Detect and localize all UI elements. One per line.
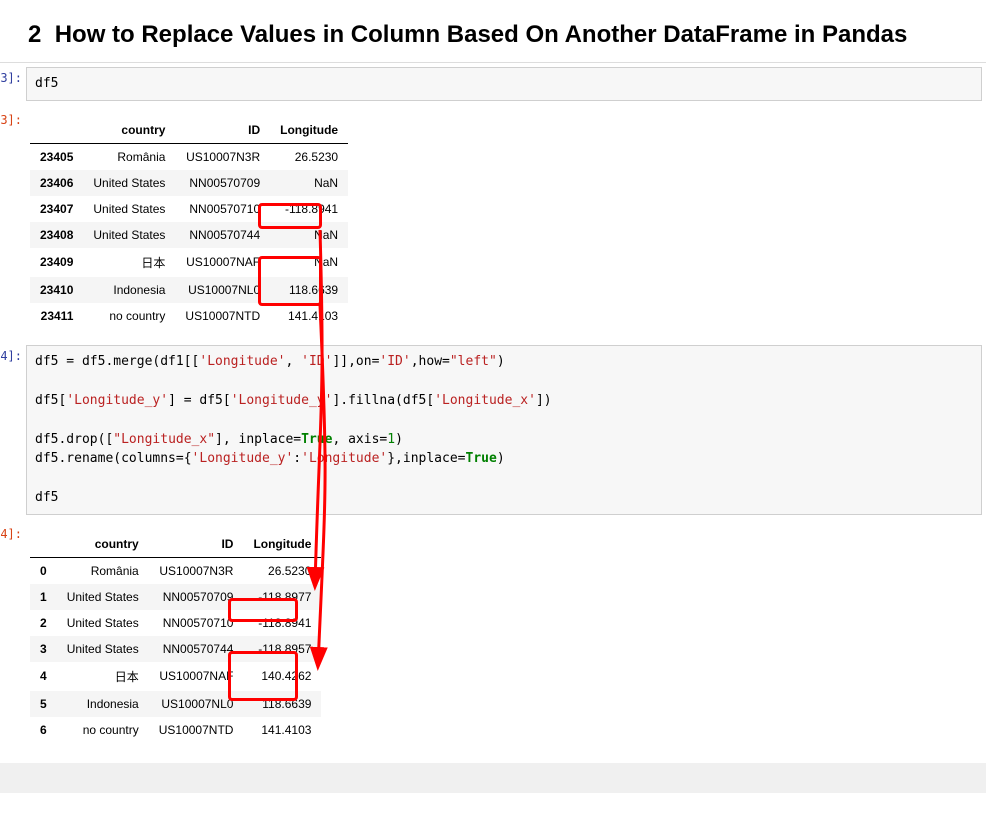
cell-value: US10007NTD	[175, 303, 270, 329]
cell-value: United States	[57, 636, 149, 662]
code-input-2[interactable]: df5 = df5.merge(df1[['Longitude', 'ID']]…	[26, 345, 982, 515]
cell-value: US10007N3R	[149, 557, 244, 584]
cell-value: 26.5230	[270, 143, 348, 170]
row-index: 23411	[30, 303, 83, 329]
input-prompt: 3]:	[0, 63, 24, 85]
cell-value: România	[83, 143, 175, 170]
table-row: 6no countryUS10007NTD141.4103	[30, 717, 321, 743]
heading-number: 2	[28, 21, 41, 48]
cell-value: Indonesia	[57, 691, 149, 717]
cell-value: NN00570709	[175, 170, 270, 196]
cell-value: no country	[83, 303, 175, 329]
table-row: 23411no countryUS10007NTD141.4103	[30, 303, 348, 329]
output-prompt: 4]:	[0, 519, 24, 541]
highlight-box-filled-1	[228, 598, 298, 622]
cell-value: United States	[57, 610, 149, 636]
output-cell-2: 4]: country ID Longitude 0RomâniaUS10007…	[0, 519, 986, 755]
cell-value: US10007NL0	[175, 277, 270, 303]
row-index: 4	[30, 662, 57, 691]
row-index: 23408	[30, 222, 83, 248]
cell-value: United States	[57, 584, 149, 610]
row-index: 6	[30, 717, 57, 743]
highlight-box-filled-2	[228, 651, 298, 701]
cell-value: United States	[83, 196, 175, 222]
row-index: 2	[30, 610, 57, 636]
cell-value: US10007N3R	[175, 143, 270, 170]
dataframe-table-2: country ID Longitude 0RomâniaUS10007N3R2…	[30, 531, 321, 743]
output-cell-1: 3]: country ID Longitude 23405RomâniaUS1…	[0, 105, 986, 341]
cell-value: NN00570744	[175, 222, 270, 248]
row-index: 23410	[30, 277, 83, 303]
table-row: 23405RomâniaUS10007N3R26.5230	[30, 143, 348, 170]
code-input-1[interactable]: df5	[26, 67, 982, 101]
cell-value: US10007NTD	[149, 717, 244, 743]
output-area-1: country ID Longitude 23405RomâniaUS10007…	[24, 105, 986, 341]
heading-title: How to Replace Values in Column Based On…	[55, 21, 908, 48]
cell-value: NN00570710	[175, 196, 270, 222]
row-index: 23405	[30, 143, 83, 170]
table-row: 23406United StatesNN00570709NaN	[30, 170, 348, 196]
row-index: 23406	[30, 170, 83, 196]
col-header: ID	[149, 531, 244, 558]
row-index: 5	[30, 691, 57, 717]
cell-value: United States	[83, 222, 175, 248]
cell-value: 141.4103	[270, 303, 348, 329]
row-index: 0	[30, 557, 57, 584]
output-area-2: country ID Longitude 0RomâniaUS10007N3R2…	[24, 519, 986, 755]
input-prompt: 4]:	[0, 341, 24, 363]
col-header: Longitude	[270, 117, 348, 144]
highlight-box-nan-2	[258, 256, 322, 306]
code-cell-1: 3]: df5	[0, 63, 986, 105]
cell-value: 日本	[57, 662, 149, 691]
col-header: ID	[175, 117, 270, 144]
code-cell-2: 4]: df5 = df5.merge(df1[['Longitude', 'I…	[0, 341, 986, 519]
section-heading: 2 How to Replace Values in Column Based …	[0, 0, 986, 63]
row-index: 23407	[30, 196, 83, 222]
highlight-box-nan-1	[258, 203, 322, 229]
cell-value: 26.5230	[243, 557, 321, 584]
cell-value: no country	[57, 717, 149, 743]
cell-value: US10007NAF	[175, 248, 270, 277]
col-header: country	[57, 531, 149, 558]
cell-value: 141.4103	[243, 717, 321, 743]
col-header: Longitude	[243, 531, 321, 558]
table-row: 0RomâniaUS10007N3R26.5230	[30, 557, 321, 584]
row-index: 1	[30, 584, 57, 610]
cell-value: NaN	[270, 170, 348, 196]
cell-value: România	[57, 557, 149, 584]
cell-value: Indonesia	[83, 277, 175, 303]
output-prompt: 3]:	[0, 105, 24, 127]
col-header: country	[83, 117, 175, 144]
row-index: 23409	[30, 248, 83, 277]
row-index: 3	[30, 636, 57, 662]
cell-value: United States	[83, 170, 175, 196]
cell-value: 日本	[83, 248, 175, 277]
